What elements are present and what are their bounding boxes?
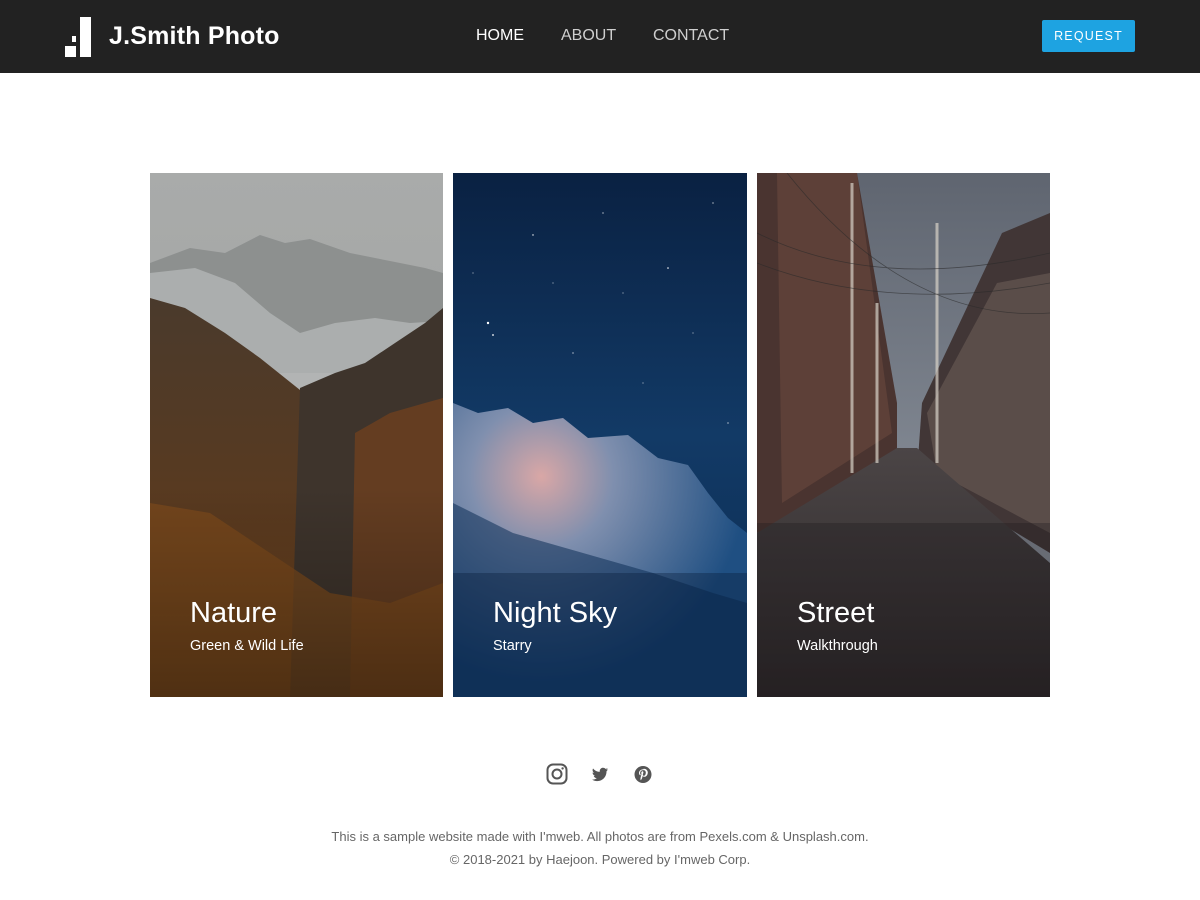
instagram-icon[interactable]	[545, 762, 569, 786]
card-subtitle: Walkthrough	[797, 638, 878, 654]
pinterest-icon[interactable]	[631, 762, 655, 786]
nav-contact[interactable]: CONTACT	[653, 26, 729, 46]
gallery-card-nature[interactable]: Nature Green & Wild Life	[150, 173, 443, 697]
card-title: Nature	[190, 597, 278, 629]
nav-home[interactable]: HOME	[476, 26, 524, 46]
gallery-card-street[interactable]: Street Walkthrough	[757, 173, 1050, 697]
site-brand[interactable]: J.Smith Photo	[109, 20, 280, 52]
site-header: J.Smith Photo HOME ABOUT CONTACT REQUEST	[0, 0, 1200, 73]
gallery-card-night-sky[interactable]: Night Sky Starry	[453, 173, 747, 697]
card-title: Night Sky	[493, 597, 618, 629]
card-subtitle: Green & Wild Life	[190, 638, 304, 654]
bar-logo-icon[interactable]	[65, 17, 91, 57]
footer-copyright: © 2018-2021 by Haejoon. Powered by I'mwe…	[449, 852, 751, 867]
request-button[interactable]: REQUEST	[1042, 20, 1135, 52]
twitter-icon[interactable]	[588, 762, 612, 786]
nav-about[interactable]: ABOUT	[561, 26, 616, 46]
card-subtitle: Starry	[493, 638, 532, 654]
footer-credits: This is a sample website made with I'mwe…	[331, 829, 869, 844]
card-title: Street	[797, 597, 875, 629]
